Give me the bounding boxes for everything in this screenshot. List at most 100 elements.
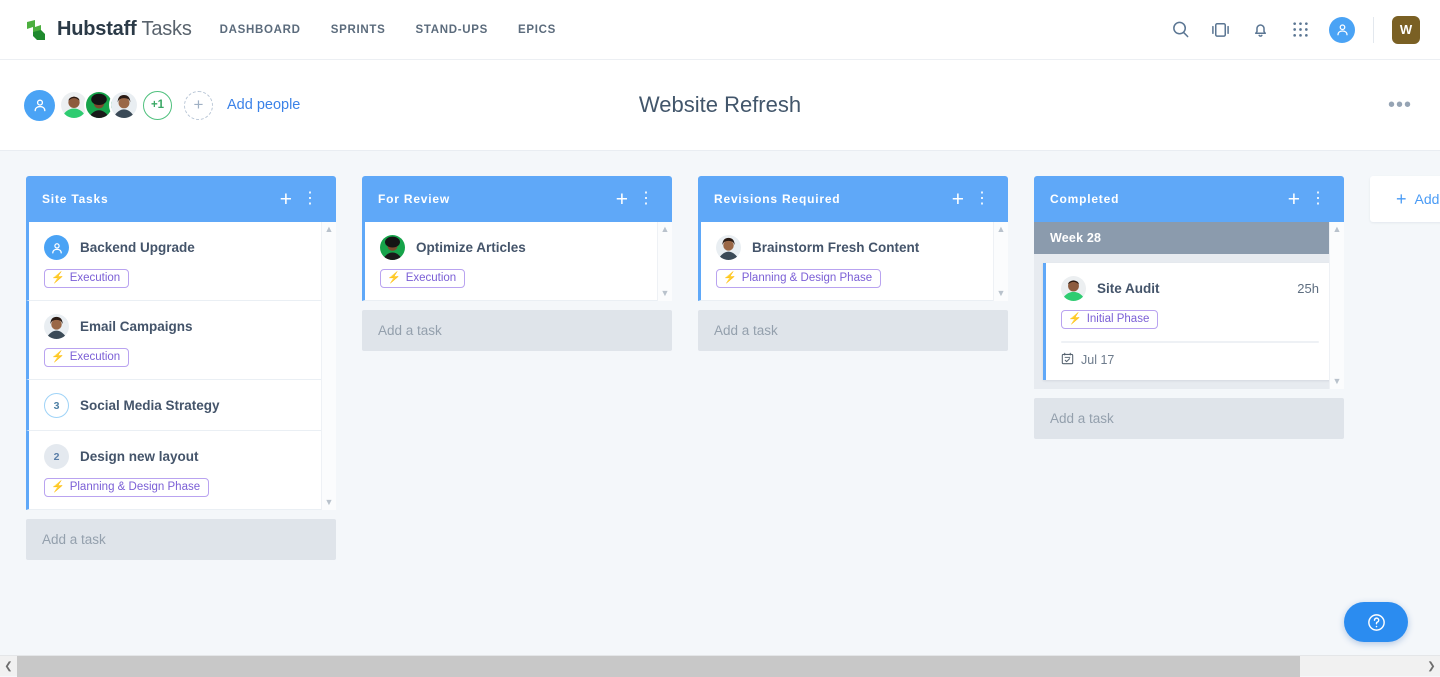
nav-link-sprints[interactable]: Sprints bbox=[331, 24, 386, 36]
board-column-for-review: For Review + ⋮ Optimize Articles bbox=[362, 176, 672, 655]
member-overflow-count[interactable]: +1 bbox=[143, 91, 172, 120]
task-card[interactable]: 3 Social Media Strategy bbox=[26, 380, 336, 431]
column-kebab-menu-icon[interactable]: ⋮ bbox=[298, 191, 322, 207]
task-card-tag-label: Planning & Design Phase bbox=[742, 272, 872, 284]
nav-link-epics[interactable]: Epics bbox=[518, 24, 556, 36]
add-column-label: Add bbox=[1415, 191, 1440, 207]
task-card-tag[interactable]: ⚡ Planning & Design Phase bbox=[44, 478, 209, 497]
chevron-up-icon[interactable]: ▲ bbox=[1333, 225, 1342, 234]
nav-link-dashboard[interactable]: Dashboard bbox=[220, 24, 301, 36]
bolt-icon: ⚡ bbox=[51, 482, 65, 493]
task-card[interactable]: Site Audit 25h ⚡ Initial Phase bbox=[1043, 263, 1335, 380]
task-card[interactable]: Backend Upgrade ⚡ Execution bbox=[26, 222, 336, 301]
card-group-body: Site Audit 25h ⚡ Initial Phase bbox=[1034, 254, 1344, 380]
column-add-card-icon[interactable]: + bbox=[1282, 189, 1306, 210]
column-add-card-icon[interactable]: + bbox=[946, 189, 970, 210]
team-avatar-icon[interactable] bbox=[24, 90, 55, 121]
bolt-icon: ⚡ bbox=[51, 352, 65, 363]
chevron-left-icon[interactable]: ❮ bbox=[0, 661, 17, 672]
task-card-title: Backend Upgrade bbox=[80, 240, 195, 255]
chevron-up-icon[interactable]: ▲ bbox=[325, 225, 334, 234]
column-header: Completed + ⋮ bbox=[1034, 176, 1344, 222]
user-avatar-icon[interactable] bbox=[1329, 17, 1355, 43]
add-person-plus-icon[interactable]: + bbox=[184, 91, 213, 120]
task-card-hours: 25h bbox=[1297, 281, 1319, 296]
task-card-title: Email Campaigns bbox=[80, 319, 193, 334]
column-header: For Review + ⋮ bbox=[362, 176, 672, 222]
chevron-down-icon[interactable]: ▼ bbox=[661, 289, 670, 298]
task-card[interactable]: Optimize Articles ⚡ Execution bbox=[362, 222, 672, 301]
add-task-input[interactable]: Add a task bbox=[362, 310, 672, 351]
column-title: Revisions Required bbox=[714, 192, 840, 206]
user-avatar-icon bbox=[44, 235, 69, 260]
help-button[interactable] bbox=[1344, 602, 1408, 642]
project-overflow-menu[interactable]: ••• bbox=[1388, 95, 1412, 115]
card-divider bbox=[1061, 341, 1319, 343]
column-vertical-scrollbar[interactable]: ▲ ▼ bbox=[321, 222, 336, 510]
nav-divider bbox=[1373, 17, 1374, 43]
column-kebab-menu-icon[interactable]: ⋮ bbox=[970, 191, 994, 207]
card-group-week-28: Week 28 Site bbox=[1034, 222, 1344, 389]
brand-title: Hubstaff Tasks bbox=[57, 18, 192, 41]
column-vertical-scrollbar[interactable]: ▲ ▼ bbox=[1329, 222, 1344, 389]
column-add-card-icon[interactable]: + bbox=[610, 189, 634, 210]
chevron-right-icon[interactable]: ❯ bbox=[1423, 661, 1440, 672]
column-add-card-icon[interactable]: + bbox=[274, 189, 298, 210]
sidebar-panel-icon[interactable] bbox=[1209, 19, 1231, 41]
bolt-icon: ⚡ bbox=[387, 273, 401, 284]
chevron-down-icon[interactable]: ▼ bbox=[1333, 377, 1342, 386]
column-card-list: Brainstorm Fresh Content ⚡ Planning & De… bbox=[698, 222, 1008, 301]
add-task-input[interactable]: Add a task bbox=[1034, 398, 1344, 439]
task-card-tag[interactable]: ⚡ Execution bbox=[44, 269, 129, 288]
board-column-site-tasks: Site Tasks + ⋮ Backend Upgrade ⚡ Executi… bbox=[26, 176, 336, 655]
column-kebab-menu-icon[interactable]: ⋮ bbox=[634, 191, 658, 207]
task-card-title: Brainstorm Fresh Content bbox=[752, 240, 919, 255]
add-people-link[interactable]: Add people bbox=[227, 97, 300, 113]
horizontal-scrollbar-track[interactable] bbox=[17, 656, 1423, 677]
bolt-icon: ⚡ bbox=[51, 273, 65, 284]
calendar-check-icon bbox=[1061, 352, 1074, 368]
hubstaff-logo-icon bbox=[24, 18, 48, 42]
column-title: For Review bbox=[378, 192, 450, 206]
horizontal-scrollbar[interactable]: ❮ ❯ bbox=[0, 655, 1440, 676]
horizontal-scrollbar-thumb[interactable] bbox=[17, 656, 1300, 677]
task-card-count-badge: 2 bbox=[44, 444, 69, 469]
chevron-up-icon[interactable]: ▲ bbox=[661, 225, 670, 234]
task-card-tag[interactable]: ⚡ Execution bbox=[380, 269, 465, 288]
task-card[interactable]: 2 Design new layout ⚡ Planning & Design … bbox=[26, 431, 336, 510]
task-card[interactable]: Email Campaigns ⚡ Execution bbox=[26, 301, 336, 380]
column-title: Site Tasks bbox=[42, 192, 108, 206]
primary-nav-links: Dashboard Sprints Stand-ups Epics bbox=[220, 24, 556, 36]
column-vertical-scrollbar[interactable]: ▲ ▼ bbox=[657, 222, 672, 301]
task-card-tag[interactable]: ⚡ Initial Phase bbox=[1061, 310, 1158, 329]
board-column-revisions-required: Revisions Required + ⋮ Brainstorm Fre bbox=[698, 176, 1008, 655]
nav-link-stand-ups[interactable]: Stand-ups bbox=[415, 24, 488, 36]
task-card-title: Design new layout bbox=[80, 449, 199, 464]
task-card-tag-label: Execution bbox=[70, 272, 121, 284]
column-vertical-scrollbar[interactable]: ▲ ▼ bbox=[993, 222, 1008, 301]
add-task-input[interactable]: Add a task bbox=[698, 310, 1008, 351]
add-column-button[interactable]: + Add bbox=[1370, 176, 1440, 222]
column-header: Site Tasks + ⋮ bbox=[26, 176, 336, 222]
task-card-due-date: Jul 17 bbox=[1081, 353, 1114, 367]
notification-bell-icon[interactable] bbox=[1249, 19, 1271, 41]
column-card-list: Week 28 Site bbox=[1034, 222, 1344, 389]
apps-grid-icon[interactable] bbox=[1289, 19, 1311, 41]
chevron-up-icon[interactable]: ▲ bbox=[997, 225, 1006, 234]
brand-logo-link[interactable]: Hubstaff Tasks bbox=[24, 18, 192, 42]
task-card[interactable]: Brainstorm Fresh Content ⚡ Planning & De… bbox=[698, 222, 1008, 301]
task-card-tag[interactable]: ⚡ Execution bbox=[44, 348, 129, 367]
column-card-list: Optimize Articles ⚡ Execution ▲ ▼ bbox=[362, 222, 672, 301]
add-task-input[interactable]: Add a task bbox=[26, 519, 336, 560]
workspace-badge[interactable]: W bbox=[1392, 16, 1420, 44]
plus-icon: + bbox=[1396, 189, 1407, 210]
column-kebab-menu-icon[interactable]: ⋮ bbox=[1306, 191, 1330, 207]
chevron-down-icon[interactable]: ▼ bbox=[325, 498, 334, 507]
task-card-tag[interactable]: ⚡ Planning & Design Phase bbox=[716, 269, 881, 288]
search-icon[interactable] bbox=[1169, 19, 1191, 41]
task-card-title: Site Audit bbox=[1097, 281, 1160, 296]
task-card-due[interactable]: Jul 17 bbox=[1061, 352, 1319, 368]
member-avatar-3[interactable] bbox=[109, 90, 139, 120]
chevron-down-icon[interactable]: ▼ bbox=[997, 289, 1006, 298]
member-avatar-3 bbox=[44, 314, 69, 339]
